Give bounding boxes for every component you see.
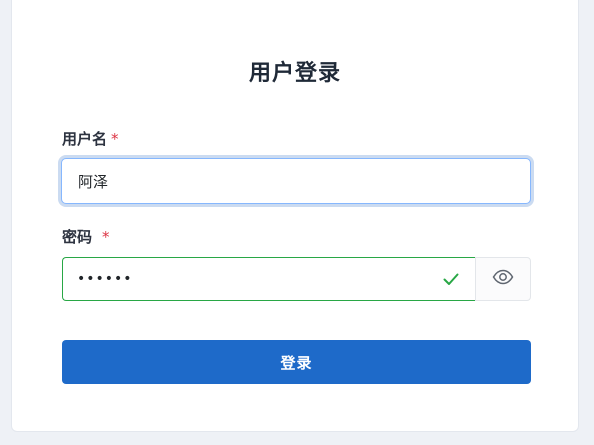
password-value: •••••• bbox=[77, 271, 133, 287]
show-password-button[interactable] bbox=[475, 257, 531, 301]
password-required-marker: * bbox=[102, 228, 110, 246]
password-label: 密码 * bbox=[62, 226, 110, 247]
username-required-marker: * bbox=[111, 130, 119, 148]
username-input[interactable]: 阿泽 bbox=[61, 158, 531, 204]
login-button[interactable]: 登录 bbox=[62, 340, 531, 384]
page-title: 用户登录 bbox=[248, 61, 341, 86]
username-label-text: 用户名 bbox=[62, 130, 108, 148]
username-value: 阿泽 bbox=[78, 172, 109, 191]
login-card: 用户登录 用户名 * 阿泽 密码 * •••••• 登录 bbox=[11, 0, 579, 432]
password-input[interactable]: •••••• bbox=[62, 257, 475, 301]
password-label-text: 密码 bbox=[62, 228, 93, 246]
username-label: 用户名 * bbox=[62, 128, 119, 149]
check-icon bbox=[441, 269, 461, 289]
password-input-group: •••••• bbox=[62, 257, 531, 301]
eye-icon bbox=[492, 269, 514, 289]
